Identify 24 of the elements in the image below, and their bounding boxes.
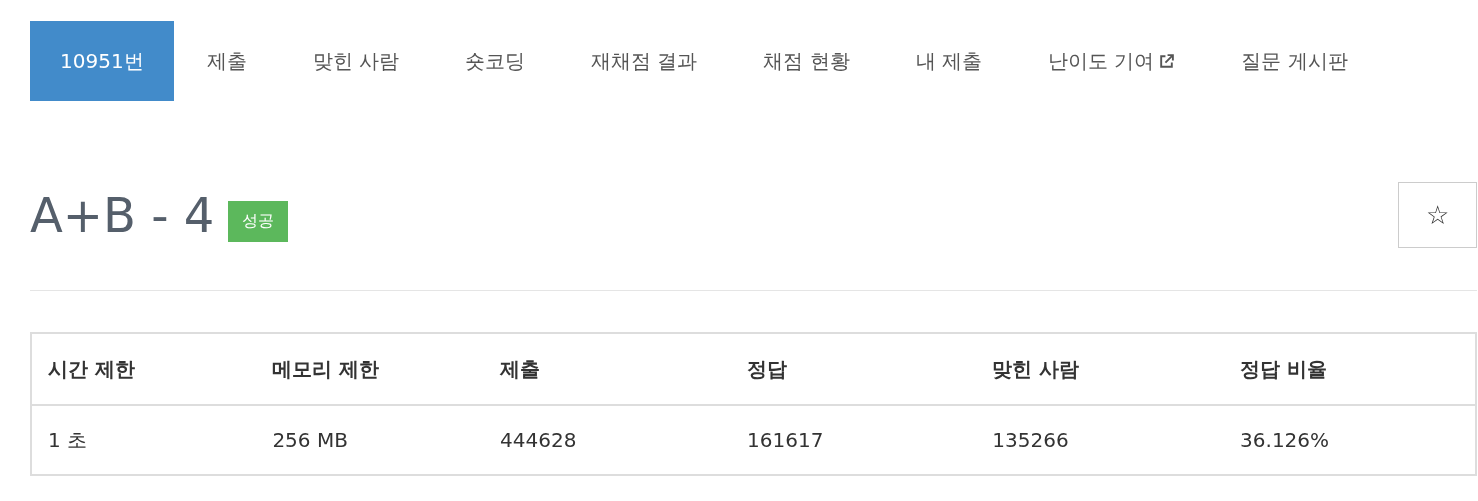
nav-tab[interactable]: 재채점 결과 [558, 21, 731, 101]
table-cell: 1 초 [31, 405, 257, 475]
nav-tab[interactable]: 10951번 [30, 21, 174, 101]
nav-tab[interactable]: 난이도 기여 [1015, 21, 1209, 101]
favorite-button[interactable]: ☆ [1398, 182, 1477, 248]
table-cell: 135266 [976, 405, 1225, 475]
nav-tab[interactable]: 내 제출 [882, 21, 1016, 101]
nav-tab[interactable]: 질문 게시판 [1208, 21, 1381, 101]
nav-tab[interactable]: 채점 현황 [730, 21, 883, 101]
column-header: 맞힌 사람 [976, 333, 1225, 405]
nav-tab[interactable]: 제출 [173, 21, 280, 101]
table-cell: 36.126% [1224, 405, 1476, 475]
table-cell: 256 MB [256, 405, 485, 475]
column-header: 제출 [484, 333, 731, 405]
problem-title: A+B - 4 [30, 187, 215, 243]
column-header: 메모리 제한 [256, 333, 485, 405]
column-header: 시간 제한 [31, 333, 257, 405]
table-cell: 444628 [484, 405, 731, 475]
status-badge: 성공 [228, 200, 289, 242]
nav-tab[interactable]: 맞힌 사람 [279, 21, 432, 101]
table-cell: 161617 [731, 405, 977, 475]
nav-tab[interactable]: 숏코딩 [432, 21, 558, 101]
column-header: 정답 비율 [1224, 333, 1476, 405]
column-header: 정답 [731, 333, 977, 405]
